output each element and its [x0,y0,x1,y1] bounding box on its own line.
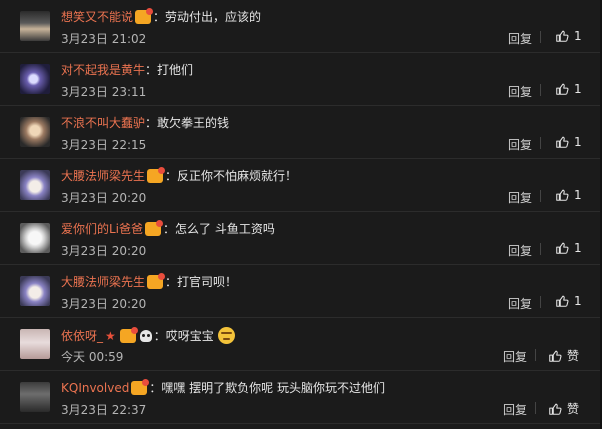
divider [540,243,541,255]
comment-item: 依依呀_ ★ ：哎呀宝宝 今天 00:59 回复 赞 [0,318,602,371]
username-link[interactable]: 大腰法师梁先生 [61,275,145,289]
reply-button[interactable]: 回复 [508,295,532,312]
thumbs-up-icon [556,83,569,95]
vip-badge-icon [131,379,150,395]
comment-body: 大腰法师梁先生 ：反正你不怕麻烦就行！ [61,167,298,184]
like-count: 赞 [567,402,580,416]
comment-timestamp: 今天 00:59 [61,350,124,364]
vip-badge-icon [145,220,164,236]
avatar[interactable] [20,64,50,94]
thumbs-up-icon [556,189,569,201]
comment-item: 爱你们的Li爸爸 ：怎么了 斗鱼工资吗 3月23日 20:20 回复 1 [0,212,602,265]
like-count: 1 [574,188,582,202]
comment-item: 大腰法师梁先生 ：打官司呗！ 3月23日 20:20 回复 1 [0,265,602,318]
skull-icon [139,330,152,342]
avatar[interactable] [20,170,50,200]
divider [540,31,541,43]
comment-item: 想笑又不能说 ：劳动付出，应该的 3月23日 21:02 回复 1 [0,0,602,53]
thumbs-up-icon [549,403,562,415]
thumbs-up-icon [556,295,569,307]
username-link[interactable]: 对不起我是黄牛 [61,63,145,77]
comment-text: ：打官司呗！ [165,275,238,289]
comment-text: ：嘿嘿 摆明了欺负你呢 玩头脑你玩不过他们 [149,381,385,395]
like-count: 1 [574,241,582,255]
username-link[interactable]: KQInvolved [61,381,129,395]
like-button[interactable]: 1 [555,29,582,43]
comment-item: 大腰法师梁先生 ：反正你不怕麻烦就行！ 3月23日 20:20 回复 1 [0,159,602,212]
vip-badge-icon [135,8,154,24]
divider [535,402,536,414]
comment-timestamp: 3月23日 20:20 [61,191,147,205]
comment-text: ：哎呀宝宝 [153,329,214,343]
username-link[interactable]: 依依呀_ [61,329,103,343]
like-button[interactable]: 1 [555,82,582,96]
like-count: 1 [574,135,582,149]
like-count: 1 [574,82,582,96]
reply-button[interactable]: 回复 [503,348,527,365]
like-count: 赞 [567,349,580,363]
comment-text: ：反正你不怕麻烦就行！ [165,169,298,183]
divider [540,84,541,96]
avatar[interactable] [20,329,50,359]
avatar[interactable] [20,223,50,253]
emoji-icon [217,327,235,344]
comment-text: ：敢欠拳王的钱 [145,116,230,130]
divider [540,137,541,149]
comment-body: 爱你们的Li爸爸 ：怎么了 斗鱼工资吗 [61,220,275,237]
username-link[interactable]: 爱你们的Li爸爸 [61,222,143,236]
thumbs-up-icon [556,30,569,42]
comment-list: 想笑又不能说 ：劳动付出，应该的 3月23日 21:02 回复 1 对不起我是黄牛：打他们… [0,0,602,424]
like-button[interactable]: 赞 [548,347,579,364]
comment-text: ：劳动付出，应该的 [153,10,262,24]
vip-badge-icon [147,273,166,289]
divider [540,296,541,308]
comment-timestamp: 3月23日 20:20 [61,297,147,311]
comment-body: 大腰法师梁先生 ：打官司呗！ [61,273,238,290]
star-icon: ★ [105,329,116,343]
thumbs-up-icon [556,136,569,148]
comment-body: 依依呀_ ★ ：哎呀宝宝 [61,327,235,344]
reply-button[interactable]: 回复 [508,136,532,153]
reply-button[interactable]: 回复 [508,30,532,47]
comment-text: ：打他们 [145,63,194,77]
reply-button[interactable]: 回复 [503,401,527,418]
like-button[interactable]: 赞 [548,400,579,417]
comment-timestamp: 3月23日 22:37 [61,403,147,417]
comment-body: 对不起我是黄牛：打他们 [61,62,193,78]
divider [535,349,536,361]
username-link[interactable]: 不浪不叫大蠢驴 [61,116,145,130]
comment-timestamp: 3月23日 20:20 [61,244,147,258]
like-button[interactable]: 1 [555,188,582,202]
vip-badge-icon [119,327,138,343]
avatar[interactable] [20,276,50,306]
like-count: 1 [574,294,582,308]
reply-button[interactable]: 回复 [508,189,532,206]
comment-body: 想笑又不能说 ：劳动付出，应该的 [61,8,262,25]
avatar[interactable] [20,11,50,41]
reply-button[interactable]: 回复 [508,242,532,259]
divider [540,190,541,202]
username-link[interactable]: 想笑又不能说 [61,10,133,24]
comment-timestamp: 3月23日 22:15 [61,138,147,152]
comment-item: KQInvolved ：嘿嘿 摆明了欺负你呢 玩头脑你玩不过他们 3月23日 22:… [0,371,602,424]
vip-badge-icon [147,167,166,183]
comment-item: 不浪不叫大蠢驴：敢欠拳王的钱 3月23日 22:15 回复 1 [0,106,602,159]
reply-button[interactable]: 回复 [508,83,532,100]
comment-item: 对不起我是黄牛：打他们 3月23日 23:11 回复 1 [0,53,602,106]
like-button[interactable]: 1 [555,294,582,308]
comment-timestamp: 3月23日 23:11 [61,85,147,99]
avatar[interactable] [20,117,50,147]
thumbs-up-icon [556,242,569,254]
thumbs-up-icon [549,350,562,362]
username-link[interactable]: 大腰法师梁先生 [61,169,145,183]
like-button[interactable]: 1 [555,241,582,255]
avatar[interactable] [20,382,50,412]
like-button[interactable]: 1 [555,135,582,149]
comment-text: ：怎么了 斗鱼工资吗 [163,222,275,236]
comment-body: KQInvolved ：嘿嘿 摆明了欺负你呢 玩头脑你玩不过他们 [61,379,385,396]
comment-timestamp: 3月23日 21:02 [61,32,147,46]
comment-body: 不浪不叫大蠢驴：敢欠拳王的钱 [61,115,229,131]
like-count: 1 [574,29,582,43]
